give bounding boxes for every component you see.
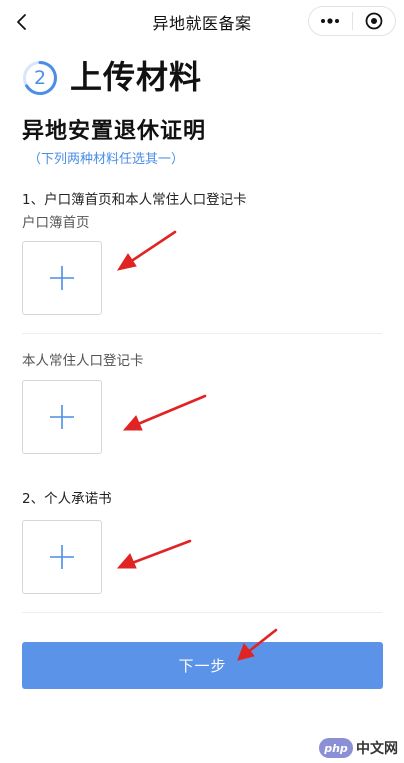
watermark-text: 中文网 — [356, 741, 398, 757]
watermark-badge: php — [319, 738, 353, 758]
annotation-arrow-1 — [116, 230, 177, 271]
annotation-arrow-2 — [122, 394, 207, 431]
annotation-arrow-4 — [237, 628, 278, 661]
annotation-arrow-3 — [116, 539, 192, 569]
annotation-arrows — [116, 230, 278, 661]
site-watermark: php 中文网 — [319, 737, 398, 759]
screen: 异地就医备案 2 上传材料 异地安置退休证明 （下列两种材料任选其一） 1、户口… — [0, 0, 404, 763]
